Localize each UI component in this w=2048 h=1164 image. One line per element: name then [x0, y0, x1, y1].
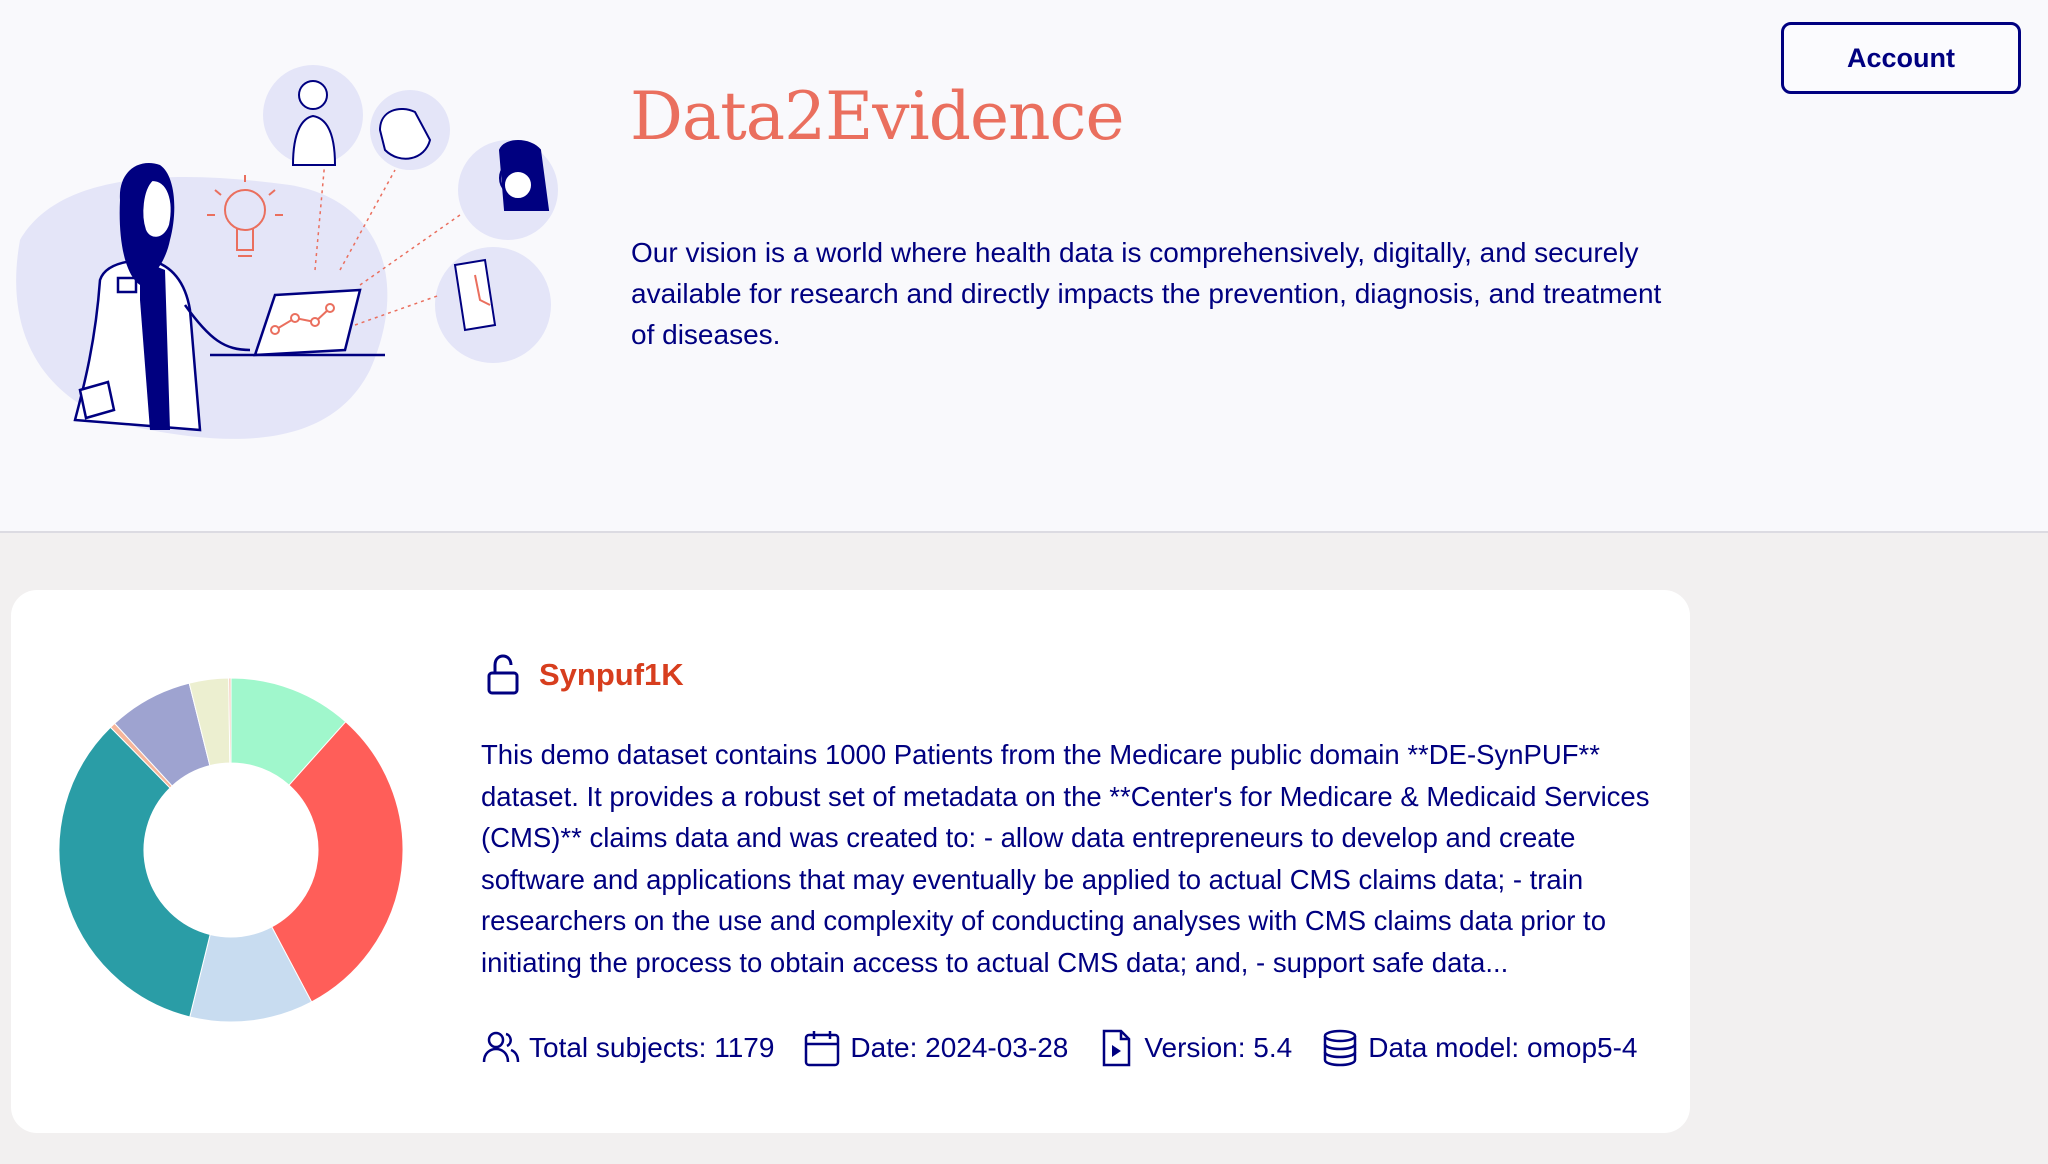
- dataset-model-text: Data model: omop5-4: [1368, 1032, 1638, 1063]
- unlock-icon: [487, 654, 519, 695]
- dataset-date: Date: 2024-03-28: [802, 1028, 1068, 1068]
- dataset-model: Data model: omop5-4: [1320, 1028, 1638, 1068]
- dataset-card[interactable]: Synpuf1K This demo dataset contains 1000…: [11, 590, 1690, 1133]
- dataset-version: Version: 5.4: [1096, 1028, 1292, 1068]
- dataset-description: This demo dataset contains 1000 Patients…: [481, 739, 1650, 978]
- calendar-icon: [805, 1031, 840, 1067]
- hero-banner: Data2Evidence Our vision is a world wher…: [0, 0, 2048, 533]
- dataset-version-text: Version: 5.4: [1144, 1032, 1293, 1063]
- database-icon: [1323, 1029, 1357, 1067]
- vision-statement: Our vision is a world where health data …: [631, 237, 1662, 350]
- app-title: Data2Evidence: [630, 78, 1125, 155]
- total-subjects-text: Total subjects: 1179: [529, 1032, 775, 1063]
- dataset-name[interactable]: Synpuf1K: [539, 657, 684, 693]
- total-subjects: Total subjects: 1179: [481, 1028, 774, 1068]
- account-button[interactable]: Account: [1781, 22, 2021, 94]
- dataset-date-text: Date: 2024-03-28: [850, 1032, 1069, 1063]
- researcher-illustration: [16, 65, 558, 439]
- users-icon: [482, 1031, 520, 1063]
- file-version-icon: [1103, 1029, 1131, 1067]
- dataset-meta: Total subjects: 1179 Date: 2024-03-28 Ve…: [481, 1028, 1666, 1068]
- dataset-donut-chart: [58, 677, 404, 1023]
- dataset-header[interactable]: Synpuf1K: [481, 650, 684, 700]
